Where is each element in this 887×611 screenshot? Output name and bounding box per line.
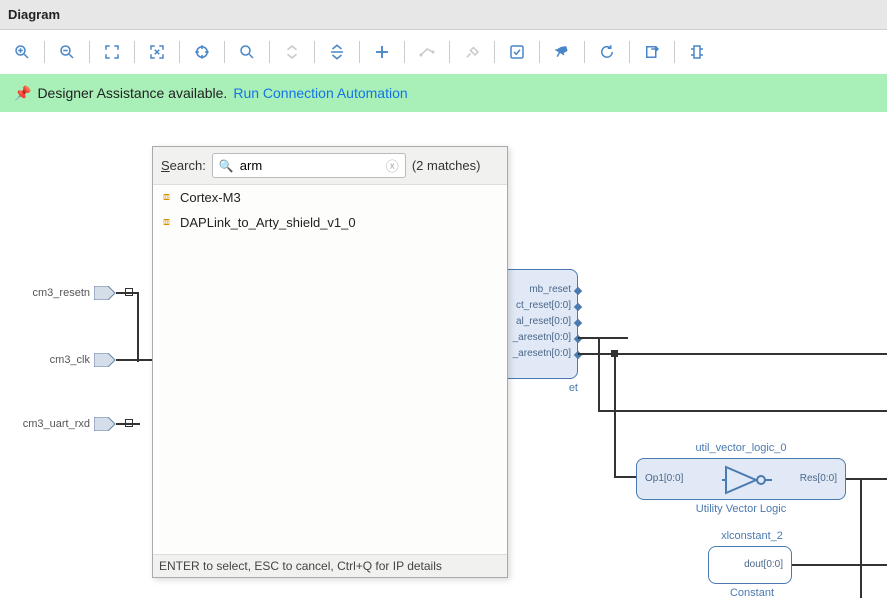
net-junction [125, 419, 133, 427]
pin-label: mb_reset [529, 284, 571, 295]
wire [578, 337, 628, 339]
port-icon [94, 417, 116, 431]
block-title: xlconstant_2 [692, 530, 812, 542]
pin-label: al_reset[0:0] [516, 316, 571, 327]
validate-button[interactable] [501, 36, 533, 68]
separator [584, 41, 585, 63]
pin-dot [574, 303, 582, 311]
port-label: cm3_resetn [0, 287, 90, 299]
separator [269, 41, 270, 63]
expand-button[interactable] [321, 36, 353, 68]
search-input[interactable] [240, 158, 380, 173]
pin-dot [574, 319, 582, 327]
pin-button[interactable] [546, 36, 578, 68]
window-title: Diagram [8, 7, 60, 22]
results-list: ⧈ Cortex-M3 ⧈ DAPLink_to_Arty_shield_v1_… [153, 185, 507, 554]
wire [846, 478, 887, 480]
pin-label: dout[0:0] [744, 559, 783, 570]
reset-block[interactable]: mb_reset ct_reset[0:0] al_reset[0:0] _ar… [498, 269, 578, 379]
wire [598, 337, 600, 411]
wire [137, 292, 139, 362]
separator [449, 41, 450, 63]
separator [359, 41, 360, 63]
title-bar: Diagram [0, 0, 887, 30]
zoom-out-button[interactable] [51, 36, 83, 68]
list-item-label: Cortex-M3 [180, 190, 241, 205]
wire [578, 353, 887, 355]
zoom-select-button[interactable] [141, 36, 173, 68]
layout-button[interactable] [681, 36, 713, 68]
wire [614, 476, 636, 478]
separator [134, 41, 135, 63]
separator [674, 41, 675, 63]
pin-icon: 📌 [14, 85, 31, 102]
separator [539, 41, 540, 63]
separator [44, 41, 45, 63]
search-box: 🔍 ⓧ [212, 153, 406, 178]
port-icon [94, 353, 116, 367]
junction [611, 350, 618, 357]
separator [404, 41, 405, 63]
separator [89, 41, 90, 63]
popup-header: Search: 🔍 ⓧ (2 matches) [153, 147, 507, 185]
wire [614, 353, 616, 477]
block-footer: et [498, 382, 578, 394]
pin-label: ct_reset[0:0] [516, 300, 571, 311]
block-footer: Constant [692, 587, 812, 599]
toolbar [0, 30, 887, 74]
clear-icon[interactable]: ⓧ [386, 156, 399, 175]
wire [116, 359, 152, 361]
pin-label: Op1[0:0] [645, 473, 683, 484]
list-item-label: DAPLink_to_Arty_shield_v1_0 [180, 215, 356, 230]
ip-search-popup: Search: 🔍 ⓧ (2 matches) ⧈ Cortex-M3 ⧈ DA… [152, 146, 508, 578]
ip-icon: ⧈ [163, 191, 170, 204]
list-item[interactable]: ⧈ DAPLink_to_Arty_shield_v1_0 [153, 210, 507, 235]
search-label: Search: [161, 158, 206, 173]
find-button[interactable] [231, 36, 263, 68]
separator [314, 41, 315, 63]
zoom-in-button[interactable] [6, 36, 38, 68]
wire [860, 478, 862, 598]
pin-label: _aresetn[0:0] [513, 348, 571, 359]
collapse-button[interactable] [276, 36, 308, 68]
link-button[interactable] [411, 36, 443, 68]
wire [598, 410, 887, 412]
refresh-button[interactable] [591, 36, 623, 68]
add-button[interactable] [366, 36, 398, 68]
net-junction [125, 288, 133, 296]
info-message: Designer Assistance available. [37, 85, 227, 101]
match-count: (2 matches) [412, 158, 481, 173]
popup-footer: ENTER to select, ESC to cancel, Ctrl+Q f… [153, 554, 507, 577]
pin-dot [574, 287, 582, 295]
ip-icon: ⧈ [163, 216, 170, 229]
run-automation-link[interactable]: Run Connection Automation [233, 85, 407, 101]
port-icon [94, 286, 116, 300]
logic-block[interactable]: Op1[0:0] Res[0:0] [636, 458, 846, 500]
list-item[interactable]: ⧈ Cortex-M3 [153, 185, 507, 210]
settings-button[interactable] [456, 36, 488, 68]
search-icon: 🔍 [219, 159, 234, 173]
block-footer: Utility Vector Logic [636, 503, 846, 515]
pin-label: Res[0:0] [800, 473, 837, 484]
separator [494, 41, 495, 63]
export-button[interactable] [636, 36, 668, 68]
block-title: util_vector_logic_0 [636, 442, 846, 454]
pin-label: _aresetn[0:0] [513, 332, 571, 343]
wire [792, 564, 887, 566]
not-gate-icon [722, 463, 772, 497]
separator [179, 41, 180, 63]
port-label: cm3_clk [0, 354, 90, 366]
info-bar: 📌 Designer Assistance available. Run Con… [0, 74, 887, 112]
zoom-fit-button[interactable] [96, 36, 128, 68]
separator [224, 41, 225, 63]
center-button[interactable] [186, 36, 218, 68]
const-block[interactable]: dout[0:0] [708, 546, 792, 584]
port-label: cm3_uart_rxd [0, 418, 90, 430]
separator [629, 41, 630, 63]
